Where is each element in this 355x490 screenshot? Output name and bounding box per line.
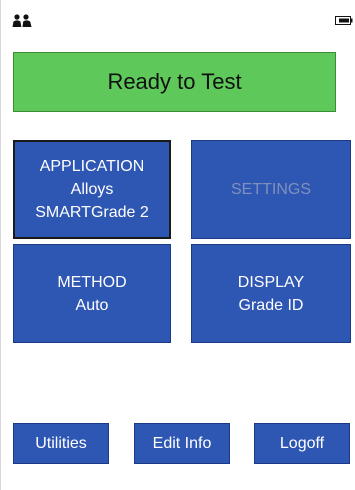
application-line-1: Alloys (70, 181, 114, 198)
settings-title: SETTINGS (230, 181, 311, 198)
edit-info-button[interactable]: Edit Info (134, 423, 230, 464)
logoff-button[interactable]: Logoff (254, 423, 350, 464)
display-tile[interactable]: DISPLAY Grade ID (191, 244, 351, 343)
status-bar (1, 0, 355, 30)
main-screen: Ready to Test APPLICATION Alloys SMARTGr… (0, 0, 355, 490)
utilities-button-label: Utilities (35, 434, 87, 452)
method-tile[interactable]: METHOD Auto (13, 244, 171, 343)
method-value: Auto (75, 296, 109, 314)
application-line-2: SMARTGrade 2 (35, 204, 149, 221)
application-tile[interactable]: APPLICATION Alloys SMARTGrade 2 (13, 140, 171, 239)
application-title: APPLICATION (39, 158, 145, 175)
method-title: METHOD (57, 273, 127, 291)
settings-tile[interactable]: SETTINGS (191, 140, 351, 239)
user-group-icon (12, 14, 32, 27)
status-banner-text: Ready to Test (107, 69, 242, 94)
utilities-button[interactable]: Utilities (13, 423, 109, 464)
status-banner: Ready to Test (13, 52, 336, 112)
display-title: DISPLAY (237, 273, 305, 291)
display-value: Grade ID (238, 296, 304, 314)
battery-icon (335, 16, 353, 25)
logoff-button-label: Logoff (279, 434, 325, 452)
edit-info-button-label: Edit Info (152, 434, 212, 452)
